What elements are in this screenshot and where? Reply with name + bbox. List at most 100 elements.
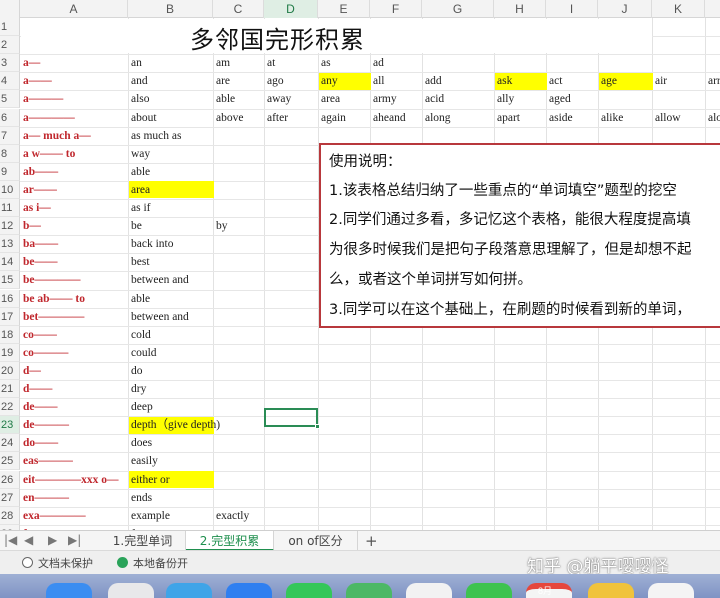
word-cell[interactable]: could xyxy=(128,344,157,362)
row-header[interactable]: 2 xyxy=(0,36,20,55)
column-header[interactable]: J xyxy=(598,0,652,18)
column-header[interactable]: B xyxy=(128,0,213,18)
word-cell[interactable]: between and xyxy=(128,271,189,289)
row-header[interactable]: 13 xyxy=(0,235,20,254)
row-header[interactable]: 9 xyxy=(0,162,20,181)
column-header[interactable]: A xyxy=(20,0,128,18)
safari-icon[interactable] xyxy=(166,583,212,598)
row-header[interactable]: 26 xyxy=(0,470,20,489)
tab-wanxing-words[interactable]: 1.完型单词 xyxy=(100,531,186,551)
word-cell[interactable]: back into xyxy=(128,235,173,253)
word-cell[interactable]: arr xyxy=(705,72,720,90)
word-cell[interactable]: along xyxy=(422,109,451,127)
prompt-cell[interactable]: d—— xyxy=(20,380,52,398)
row-header[interactable]: 1 xyxy=(0,18,20,36)
row-header[interactable]: 11 xyxy=(0,199,20,217)
word-cell[interactable]: between and xyxy=(128,308,189,326)
prompt-cell[interactable]: a— xyxy=(20,54,40,72)
word-cell[interactable]: alo xyxy=(705,109,720,127)
word-cell[interactable]: ends xyxy=(128,489,152,507)
column-header[interactable]: L xyxy=(705,0,720,18)
tab-wanxing-accumulation[interactable]: 2.完型积累 xyxy=(186,531,274,551)
word-cell[interactable]: as if xyxy=(128,199,150,217)
prompt-cell[interactable]: co—— xyxy=(20,326,57,344)
row-header[interactable]: 12 xyxy=(0,217,20,236)
word-cell[interactable]: any xyxy=(318,72,338,90)
fill-handle[interactable] xyxy=(315,424,320,429)
photos-icon[interactable] xyxy=(406,583,452,598)
prompt-cell[interactable]: bet———— xyxy=(20,308,84,326)
row-header[interactable]: 18 xyxy=(0,325,20,344)
prompt-cell[interactable]: a—— xyxy=(20,72,52,90)
prompt-cell[interactable]: as i— xyxy=(20,199,51,217)
column-header[interactable]: I xyxy=(546,0,598,18)
active-cell-selection[interactable] xyxy=(264,408,318,427)
column-header[interactable]: G xyxy=(422,0,494,18)
messages-icon[interactable] xyxy=(286,583,332,598)
row-header[interactable]: 27 xyxy=(0,488,20,507)
finder-icon[interactable] xyxy=(46,583,92,598)
word-cell[interactable]: do xyxy=(128,362,143,380)
word-cell[interactable]: able xyxy=(213,90,235,108)
word-cell[interactable]: area xyxy=(128,181,150,199)
row-header[interactable]: 19 xyxy=(0,343,20,362)
word-cell[interactable]: air xyxy=(652,72,667,90)
row-header[interactable]: 21 xyxy=(0,380,20,398)
word-cell[interactable]: age xyxy=(598,72,617,90)
reminders-icon[interactable] xyxy=(648,583,694,598)
word-cell[interactable]: after xyxy=(264,109,288,127)
word-cell[interactable]: aged xyxy=(546,90,571,108)
word-cell[interactable]: an xyxy=(128,54,142,72)
local-backup-status[interactable]: 本地备份开 xyxy=(133,555,188,571)
row-header[interactable]: 16 xyxy=(0,289,20,308)
row-header[interactable]: 5 xyxy=(0,90,20,109)
first-sheet-arrow-icon[interactable]: |◀ xyxy=(4,533,17,547)
prompt-cell[interactable]: a w—— to xyxy=(20,145,75,163)
word-cell[interactable]: way xyxy=(128,145,150,163)
word-cell[interactable]: alike xyxy=(598,109,623,127)
word-cell[interactable]: also xyxy=(128,90,150,108)
word-cell[interactable]: as much as xyxy=(128,127,181,145)
prompt-cell[interactable]: be———— xyxy=(20,271,81,289)
usage-note-box[interactable]: 使用说明： 1.该表格总结归纳了一些重点的“单词填空”题型的挖空 2.同学们通过… xyxy=(319,143,720,328)
prompt-cell[interactable]: ba—— xyxy=(20,235,58,253)
row-header[interactable]: 28 xyxy=(0,506,20,525)
word-cell[interactable]: by xyxy=(213,217,228,235)
next-sheet-arrow-icon[interactable]: ▶ xyxy=(48,533,57,547)
last-sheet-arrow-icon[interactable]: ▶| xyxy=(68,533,81,547)
word-cell[interactable]: allow xyxy=(652,109,681,127)
word-cell[interactable]: best xyxy=(128,253,150,271)
word-cell[interactable]: aheand xyxy=(370,109,406,127)
word-cell[interactable]: all xyxy=(370,72,385,90)
word-cell[interactable]: am xyxy=(213,54,230,72)
notes-icon[interactable] xyxy=(588,583,634,598)
maps-icon[interactable] xyxy=(346,583,392,598)
word-cell[interactable]: cold xyxy=(128,326,151,344)
column-header[interactable]: F xyxy=(370,0,422,18)
facetime-icon[interactable] xyxy=(466,583,512,598)
prompt-cell[interactable]: eit————xxx o— xyxy=(20,471,119,489)
word-cell[interactable]: dry xyxy=(128,380,146,398)
row-header[interactable]: 7 xyxy=(0,126,20,145)
prompt-cell[interactable]: ab—— xyxy=(20,163,58,181)
add-sheet-button[interactable]: + xyxy=(365,531,378,551)
prompt-cell[interactable]: a— much a— xyxy=(20,127,91,145)
row-header[interactable]: 22 xyxy=(0,398,20,417)
word-cell[interactable]: above xyxy=(213,109,243,127)
word-cell[interactable]: be xyxy=(128,217,142,235)
word-cell[interactable]: are xyxy=(213,72,230,90)
word-cell[interactable]: about xyxy=(128,109,157,127)
column-header[interactable]: H xyxy=(494,0,546,18)
word-cell[interactable]: able xyxy=(128,163,150,181)
row-header[interactable]: 14 xyxy=(0,253,20,272)
prompt-cell[interactable]: ar—— xyxy=(20,181,57,199)
word-cell[interactable]: acid xyxy=(422,90,444,108)
word-cell[interactable]: depth（give depth) xyxy=(128,416,220,434)
word-cell[interactable]: area xyxy=(318,90,340,108)
column-header[interactable]: C xyxy=(213,0,264,18)
prompt-cell[interactable]: en——— xyxy=(20,489,69,507)
word-cell[interactable]: as xyxy=(318,54,331,72)
row-header[interactable]: 24 xyxy=(0,434,20,453)
word-cell[interactable]: add xyxy=(422,72,442,90)
row-header[interactable]: 17 xyxy=(0,307,20,326)
